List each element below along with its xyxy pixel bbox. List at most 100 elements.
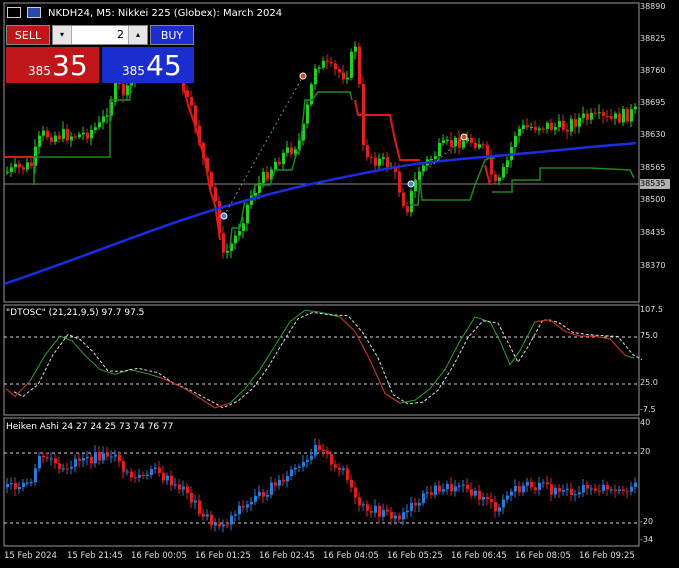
candle-body [458,137,461,148]
heiken-body [50,458,53,460]
buy-price-box[interactable]: 385 45 [102,47,194,83]
volume-down-button[interactable]: ▾ [53,26,72,44]
sell-price-box[interactable]: 385 35 [6,47,100,83]
chart-window[interactable]: NKDH24, M5: Nikkei 225 (Globex): March 2… [0,0,679,568]
heiken-body [94,452,97,464]
candle-body [562,120,565,130]
time-axis-label: 15 Feb 2024 [4,551,57,561]
candle-body [582,113,585,118]
candle-body [402,192,405,207]
candle-body [30,162,33,166]
heiken-body [122,461,125,472]
sell-button[interactable]: SELL [6,25,50,45]
candle-body [358,46,361,85]
candle-body [66,129,69,141]
candle-body [98,122,101,128]
heiken-body [306,459,309,462]
heiken-body [574,494,577,496]
candle-body [254,192,257,196]
candle-body [234,235,237,244]
heiken-body [594,488,597,491]
dtosc-signal-line [13,311,643,409]
heiken-body [166,475,169,481]
candle-body [290,147,293,154]
candle-body [454,137,457,147]
heiken-body [194,500,197,503]
heiken-body [342,468,345,470]
heiken-body [278,479,281,486]
heiken-body [150,468,153,475]
heiken-body [102,453,105,461]
heiken-body [74,458,77,467]
stop-red-segment [484,164,491,186]
heiken-body [314,444,317,456]
candle-body [594,112,597,114]
grid-icon[interactable] [7,7,21,18]
heiken-body [198,500,201,514]
heiken-body [390,511,393,519]
candle-body [78,134,81,138]
candle-body [550,122,553,130]
heiken-body [358,497,361,506]
heiken-body [514,486,517,492]
heiken-body [210,514,213,526]
candle-body [630,109,633,122]
candle-body [18,163,21,168]
heiken-body [186,486,189,493]
heiken-body [330,453,333,465]
candle-body [494,174,497,182]
candle-body [106,115,109,117]
candle-body [422,165,425,172]
candle-body [278,161,281,165]
heiken-body [510,491,513,496]
candle-body [502,167,505,178]
one-click-trading-panel: SELL ▾ 2 ▴ BUY 385 35 385 45 [6,25,194,83]
heiken-body [626,491,629,493]
candle-body [406,206,409,213]
buy-button[interactable]: BUY [150,25,194,45]
stop-green-segment [492,167,635,193]
candle-body [190,97,193,106]
candle-body [330,62,333,64]
candle-body [378,158,381,166]
candle-body [522,125,525,129]
price-axis-label: 38695 [640,98,666,107]
candle-body [58,135,61,139]
heiken-body [610,489,613,491]
heiken-body [354,487,357,498]
heiken-body [590,488,593,490]
volume-up-button[interactable]: ▴ [128,26,147,44]
heiken-body [482,496,485,500]
candle-body [590,112,593,120]
heiken-body [418,503,421,506]
chart-icon[interactable] [27,7,41,18]
candle-body [554,127,557,130]
heiken-body [250,501,253,505]
heiken-body [394,515,397,519]
time-axis-label: 16 Feb 05:25 [387,551,443,561]
candle-body [570,119,573,132]
heiken-axis-label: 20 [640,447,651,456]
volume-input[interactable]: 2 [73,26,127,44]
heiken-body [586,485,589,489]
heiken-body [442,489,445,492]
heiken-body [170,475,173,486]
candle-body [506,160,509,168]
candle-body [558,120,561,128]
heiken-body [106,453,109,457]
heiken-body [146,474,149,476]
heiken-body [282,479,285,482]
candle-body [6,171,9,173]
chart-canvas[interactable] [0,0,679,568]
heiken-body [310,455,313,460]
time-axis-label: 16 Feb 00:05 [131,551,187,561]
candle-body [414,180,417,192]
candle-body [286,147,289,153]
candle-body [382,157,385,159]
heiken-body [522,485,525,493]
candle-body [86,132,89,139]
heiken-body [466,484,469,490]
volume-stepper[interactable]: ▾ 2 ▴ [52,25,148,45]
heiken-body [134,477,137,479]
heiken-body [446,483,449,490]
